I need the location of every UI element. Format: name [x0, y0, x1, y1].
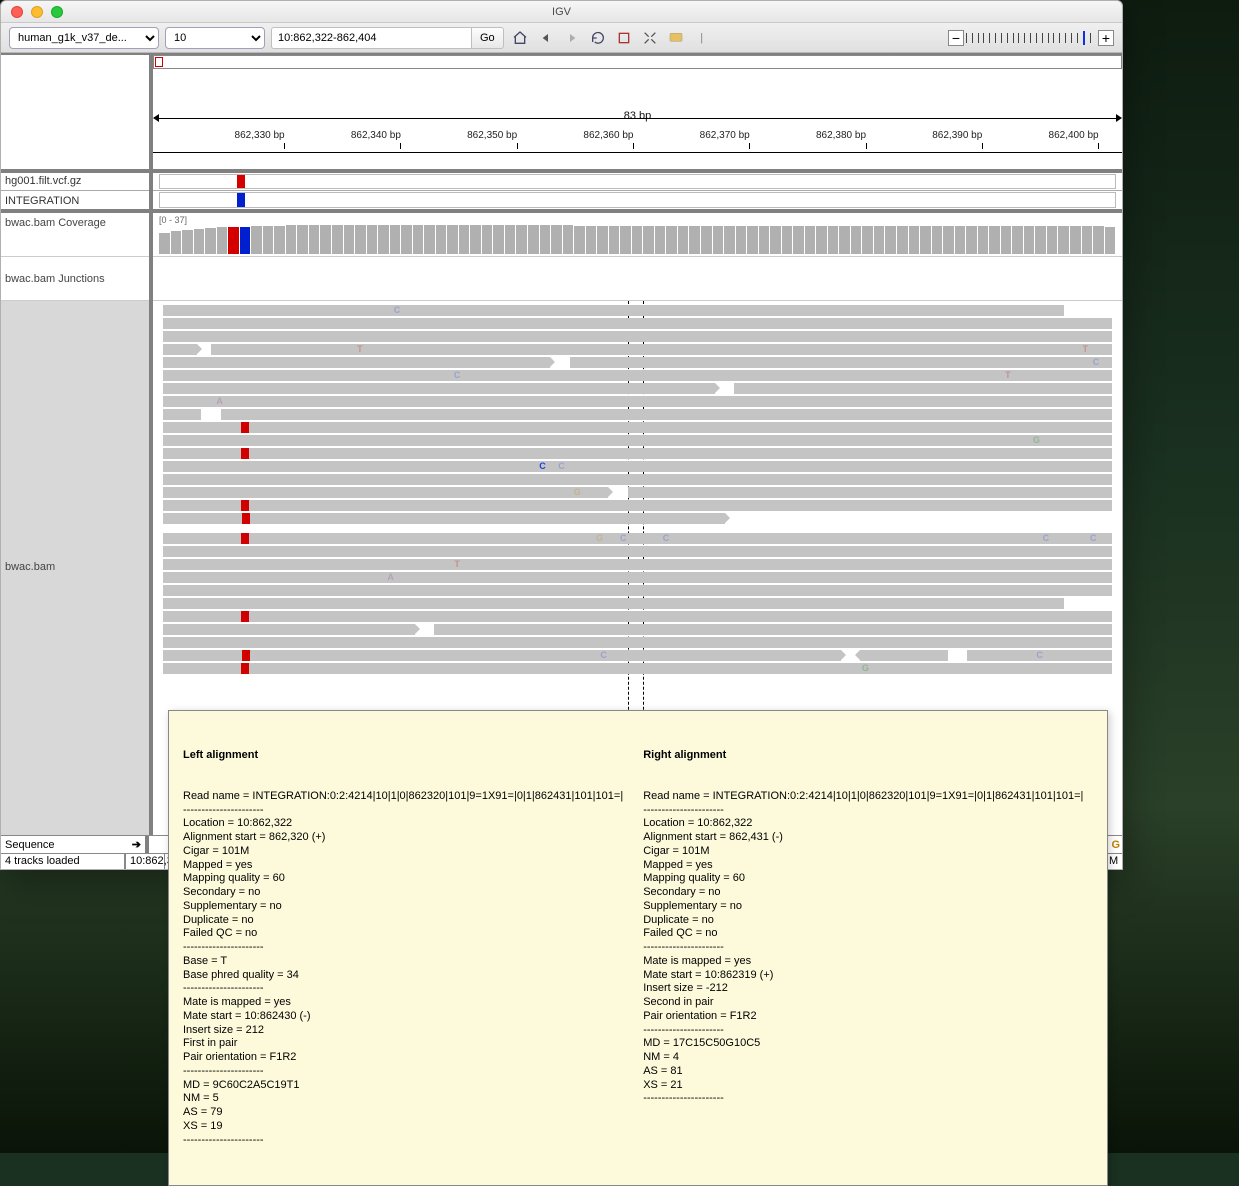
refresh-icon[interactable]: [588, 28, 608, 48]
sep-icon: |: [692, 28, 712, 48]
chromosome-select[interactable]: 10: [165, 27, 265, 49]
coverage-track[interactable]: [0 - 37]: [153, 213, 1122, 257]
read[interactable]: T: [163, 422, 1113, 433]
back-icon[interactable]: [536, 28, 556, 48]
read[interactable]: [221, 409, 1112, 420]
tooltip-right-title: Right alignment: [643, 749, 1083, 763]
junctions-track[interactable]: [153, 257, 1122, 301]
read[interactable]: [163, 637, 1113, 648]
locus-box: Go: [271, 27, 504, 49]
sequence-label-cell[interactable]: Sequence ➔: [1, 836, 149, 853]
titlebar[interactable]: IGV: [1, 1, 1122, 23]
tooltip-icon[interactable]: [666, 28, 686, 48]
integration-track-name[interactable]: INTEGRATION: [1, 191, 149, 213]
go-button[interactable]: Go: [471, 27, 504, 49]
vcf-track-name[interactable]: hg001.filt.vcf.gz: [1, 173, 149, 191]
overview-panel[interactable]: 83 bp 862,330 bp 862,340 bp 862,350 bp 8…: [153, 55, 1122, 173]
read[interactable]: TGCCCC: [163, 533, 1113, 544]
read[interactable]: G: [163, 487, 609, 498]
window-title: IGV: [1, 6, 1122, 18]
integration-mark[interactable]: [237, 193, 245, 207]
read[interactable]: G: [163, 435, 1113, 446]
read[interactable]: T: [163, 559, 1113, 570]
junctions-track-name[interactable]: bwac.bam Junctions: [1, 257, 149, 301]
zoom-slider[interactable]: − +: [948, 30, 1114, 46]
track-name-panel: hg001.filt.vcf.gz INTEGRATION bwac.bam C…: [1, 55, 153, 835]
coverage-bars: [159, 219, 1116, 254]
span-label: 83 bp: [153, 110, 1122, 122]
home-icon[interactable]: [510, 28, 530, 48]
overview-name-blank: [1, 55, 149, 173]
alignment-track-name[interactable]: bwac.bam: [1, 301, 149, 835]
strand-arrow-icon[interactable]: ➔: [132, 838, 141, 851]
read[interactable]: C: [570, 357, 1113, 368]
read[interactable]: T: [163, 513, 725, 524]
read[interactable]: T: [163, 448, 1113, 459]
read[interactable]: [163, 383, 715, 394]
vcf-track[interactable]: [153, 173, 1122, 191]
read[interactable]: TT: [211, 344, 1112, 355]
read[interactable]: CT: [163, 370, 1113, 381]
locus-input[interactable]: [271, 27, 471, 49]
read[interactable]: [163, 331, 1113, 342]
read[interactable]: [163, 474, 1113, 485]
read-tooltip: Left alignment Read name = INTEGRATION:0…: [168, 710, 1108, 1186]
read[interactable]: [163, 624, 415, 635]
read[interactable]: C: [967, 650, 1112, 661]
read[interactable]: [163, 357, 551, 368]
read[interactable]: [163, 318, 1113, 329]
read[interactable]: [163, 546, 1113, 557]
variant-mark[interactable]: [237, 175, 245, 188]
read[interactable]: [860, 650, 947, 661]
genome-select[interactable]: human_g1k_v37_de...: [9, 27, 159, 49]
read[interactable]: [163, 585, 1113, 596]
zoom-out-button[interactable]: −: [948, 30, 964, 46]
integration-track[interactable]: [153, 191, 1122, 213]
read[interactable]: [734, 383, 1112, 394]
coverage-track-name[interactable]: bwac.bam Coverage: [1, 213, 149, 257]
read[interactable]: C: [163, 305, 1064, 316]
forward-icon[interactable]: [562, 28, 582, 48]
position-cell: 10:862,3: [125, 854, 165, 869]
read[interactable]: TC: [163, 650, 841, 661]
read[interactable]: TG: [163, 663, 1113, 674]
read[interactable]: [163, 598, 1064, 609]
read[interactable]: A: [163, 396, 1113, 407]
view-indicator: [155, 57, 163, 67]
read[interactable]: [163, 409, 202, 420]
zoom-in-button[interactable]: +: [1098, 30, 1114, 46]
read[interactable]: [163, 344, 197, 355]
read[interactable]: T: [163, 611, 1113, 622]
toolbar: human_g1k_v37_de... 10 Go | − +: [1, 23, 1122, 53]
tooltip-left-title: Left alignment: [183, 749, 623, 763]
tooltip-right-col: Right alignment Read name = INTEGRATION:…: [643, 721, 1083, 1175]
region-icon[interactable]: [614, 28, 634, 48]
fit-icon[interactable]: [640, 28, 660, 48]
tooltip-left-col: Left alignment Read name = INTEGRATION:0…: [183, 721, 623, 1175]
read[interactable]: T: [163, 500, 1113, 511]
read[interactable]: [434, 624, 1112, 635]
position-axis: 862,330 bp 862,340 bp 862,350 bp 862,360…: [153, 130, 1122, 170]
read[interactable]: A: [163, 572, 1113, 583]
sequence-label: Sequence: [5, 839, 55, 851]
chromosome-ideogram[interactable]: [153, 55, 1122, 69]
zoom-ticks[interactable]: [966, 30, 1096, 46]
read[interactable]: CC: [163, 461, 1113, 472]
tracks-loaded-label: 4 tracks loaded: [1, 854, 125, 869]
read[interactable]: [628, 487, 1113, 498]
